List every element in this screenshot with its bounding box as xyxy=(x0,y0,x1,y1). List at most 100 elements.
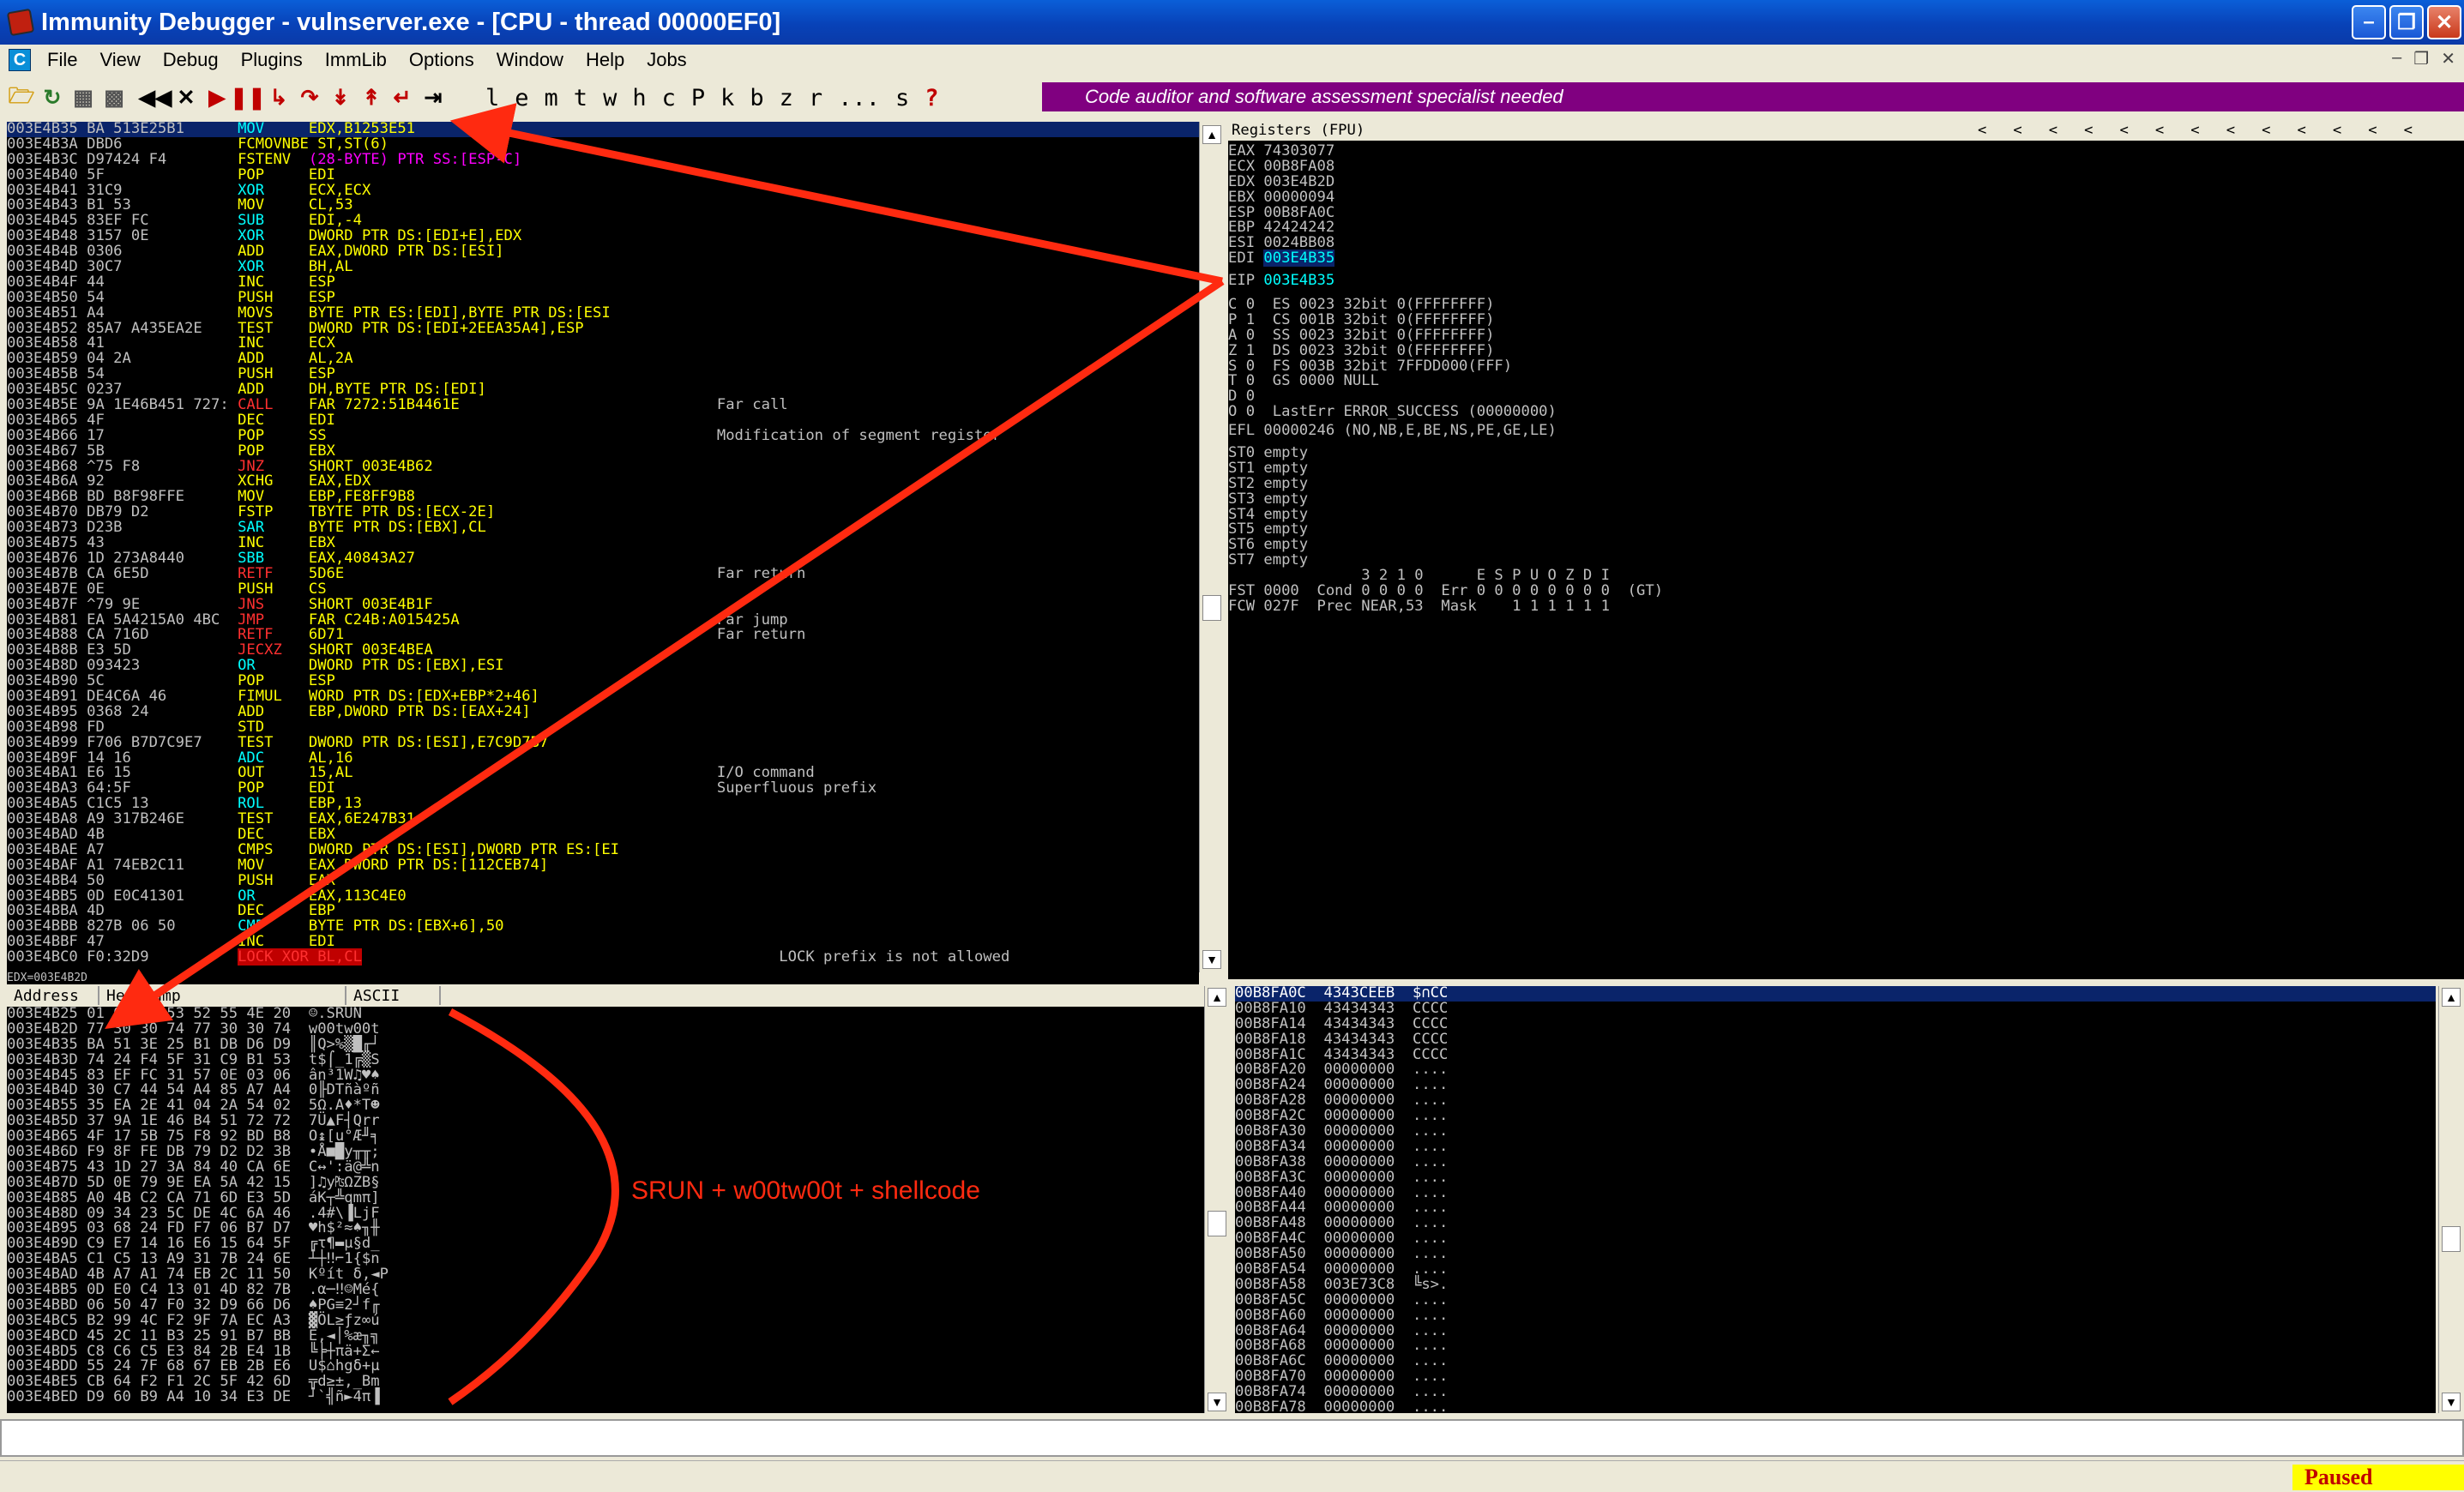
toolbar-z[interactable]: z xyxy=(780,85,793,111)
pause-icon[interactable]: ❚❚ xyxy=(230,85,266,111)
toolbar-handles[interactable]: h xyxy=(632,85,646,111)
step-over-icon[interactable]: ↷ xyxy=(297,85,322,111)
app-icon[interactable] xyxy=(6,8,35,37)
command-input[interactable] xyxy=(0,1419,2464,1457)
menu-debug[interactable]: Debug xyxy=(152,49,230,71)
toolbar-more[interactable]: ... xyxy=(838,85,880,111)
toolbar-call-stack[interactable]: k xyxy=(720,85,734,111)
fpu-row[interactable]: ST5 empty xyxy=(1228,522,2464,538)
restart-icon[interactable]: ↻ xyxy=(39,85,65,111)
toolbar-cpu[interactable]: c xyxy=(662,85,676,111)
menu-options[interactable]: Options xyxy=(398,49,485,71)
maximize-button[interactable]: ❐ xyxy=(2389,5,2424,39)
toolbar-executables[interactable]: e xyxy=(515,85,528,111)
dump-header-ascii[interactable]: ASCII xyxy=(346,986,441,1005)
register-row[interactable]: EDX 003E4B2D xyxy=(1228,174,2464,190)
scroll-thumb[interactable] xyxy=(1208,1211,1226,1236)
toolbar-threads[interactable]: t xyxy=(574,85,587,111)
register-row[interactable]: EDI 003E4B35 xyxy=(1228,250,2464,268)
rewind-icon[interactable]: ◀◀ xyxy=(139,85,172,111)
open-folder-icon[interactable]: 🗁 xyxy=(9,84,35,111)
toolbar-memory[interactable]: m xyxy=(545,85,558,111)
fpu-row[interactable]: ST1 empty xyxy=(1228,460,2464,477)
disasm-comment: LOCK prefix is not allowed xyxy=(779,948,1010,966)
toolbar-windows[interactable]: w xyxy=(603,85,617,111)
registers-pane[interactable]: Registers (FPU) < < < < < < < < < < < < <… xyxy=(1228,122,2464,979)
status-bar: Paused xyxy=(0,1460,2464,1492)
trace-into-icon[interactable]: ↡ xyxy=(328,85,353,111)
toolbar-run-trace[interactable]: r xyxy=(809,85,822,111)
menu-help[interactable]: Help xyxy=(575,49,636,71)
toolbar-patches[interactable]: P xyxy=(691,85,705,111)
close-icon[interactable]: ✕ xyxy=(173,85,199,111)
cpu-window-icon[interactable]: C xyxy=(9,49,31,71)
register-row[interactable]: EIP 003E4B35 xyxy=(1228,272,2464,290)
dump-scrollbar[interactable]: ▲ ▼ xyxy=(1204,986,1228,1413)
attach-icon[interactable]: ▩ xyxy=(101,85,127,111)
fpu-row[interactable]: ST4 empty xyxy=(1228,507,2464,523)
register-row[interactable]: EAX 74303077 xyxy=(1228,143,2464,159)
close-button[interactable]: ✕ xyxy=(2427,5,2461,39)
dump-row[interactable]: 003E4BED D9 60 B9 A4 10 34 E3 DE ┘`╣ñ►4π… xyxy=(7,1389,1204,1405)
menu-window[interactable]: Window xyxy=(485,49,575,71)
registers-header[interactable]: Registers (FPU) < < < < < < < < < < < < < xyxy=(1228,122,2464,141)
memory-dump-pane[interactable]: 003E4B25 01 00 30 53 52 55 4E 20 ☺.SRUN … xyxy=(7,1007,1204,1413)
disassembly-scrollbar[interactable]: ▲ ▼ xyxy=(1199,122,1223,972)
scroll-up-arrow-icon[interactable]: ▲ xyxy=(1208,988,1226,1007)
menu-file[interactable]: File xyxy=(36,49,88,71)
toolbar-help[interactable]: ? xyxy=(925,85,938,111)
dump-header-hex[interactable]: Hex dump xyxy=(99,986,346,1005)
fcw-row[interactable]: FCW 027F Prec NEAR,53 Mask 1 1 1 1 1 1 xyxy=(1228,599,2464,615)
title-bar[interactable]: Immunity Debugger - vulnserver.exe - [CP… xyxy=(0,0,2464,45)
scroll-down-arrow-icon[interactable]: ▼ xyxy=(1202,950,1221,969)
trace-over-icon[interactable]: ↟ xyxy=(358,85,384,111)
register-row[interactable]: ECX 00B8FA08 xyxy=(1228,159,2464,175)
scroll-thumb[interactable] xyxy=(1202,595,1221,621)
disasm-gap xyxy=(362,948,371,966)
register-row[interactable]: EBP 42424242 xyxy=(1228,220,2464,236)
go-to-icon[interactable]: ⇥ xyxy=(420,85,446,111)
register-name: EIP xyxy=(1228,272,1264,290)
flag-segment-row[interactable]: T 0 GS 0000 NULL xyxy=(1228,374,2464,389)
disasm-row[interactable]: 003E4BC0 F0:32D9 LOCK XOR BL,CL LOCK pre… xyxy=(7,948,1199,966)
register-row[interactable]: ESP 00B8FA0C xyxy=(1228,205,2464,221)
scroll-down-arrow-icon[interactable]: ▼ xyxy=(2442,1393,2461,1411)
stack-scrollbar[interactable]: ▲ ▼ xyxy=(2438,986,2462,1413)
scroll-up-arrow-icon[interactable]: ▲ xyxy=(2442,988,2461,1007)
menu-immlib[interactable]: ImmLib xyxy=(314,49,398,71)
register-row[interactable]: ESI 0024BB08 xyxy=(1228,235,2464,251)
execute-till-return-icon[interactable]: ↵ xyxy=(389,85,415,111)
mdi-close-icon[interactable]: ✕ xyxy=(2441,48,2455,69)
stack-pane[interactable]: 00B8FA0C 4343CEEB $∩CC 00B8FA10 43434343 … xyxy=(1235,986,2436,1413)
promo-banner[interactable]: Code auditor and software assessment spe… xyxy=(1042,82,2464,111)
flag-segment-row[interactable]: O 0 LastErr ERROR_SUCCESS (00000000) xyxy=(1228,403,2464,421)
menu-view[interactable]: View xyxy=(88,49,151,71)
stack-row[interactable]: 00B8FA78 00000000 .... xyxy=(1235,1399,2436,1413)
toolbar-breakpoints[interactable]: b xyxy=(750,85,763,111)
close-program-icon[interactable]: ▦ xyxy=(70,85,96,111)
scroll-down-arrow-icon[interactable]: ▼ xyxy=(1208,1393,1226,1411)
efl-row[interactable]: EFL 00000246 (NO,NB,E,BE,NS,PE,GE,LE) xyxy=(1228,423,2464,439)
fpu-row[interactable]: ST6 empty xyxy=(1228,537,2464,553)
fpu-row[interactable]: ST0 empty xyxy=(1228,445,2464,461)
scroll-up-arrow-icon[interactable]: ▲ xyxy=(1202,125,1221,144)
disasm-comment: Far call xyxy=(716,396,788,414)
status-paused: Paused xyxy=(2292,1465,2464,1490)
step-into-icon[interactable]: ↳ xyxy=(266,85,292,111)
flag-segment-row[interactable]: S 0 FS 003B 32bit 7FFDD000(FFF) xyxy=(1228,358,2464,375)
toolbar-source[interactable]: s xyxy=(895,85,909,111)
scroll-thumb[interactable] xyxy=(2442,1226,2461,1252)
fpu-row[interactable]: ST3 empty xyxy=(1228,491,2464,508)
toolbar-log[interactable]: l xyxy=(485,85,499,111)
mdi-restore-icon[interactable]: ❐ xyxy=(2413,48,2429,69)
disassembly-pane[interactable]: 003E4B35 BA 513E25B1 MOV EDX,B1253E51 00… xyxy=(7,122,1199,972)
menu-plugins[interactable]: Plugins xyxy=(230,49,314,71)
flag-segment-text: O 0 LastErr ERROR_SUCCESS (00000000) xyxy=(1228,403,1557,421)
dump-header-address[interactable]: Address xyxy=(7,986,99,1005)
mdi-minimize-icon[interactable]: – xyxy=(2392,48,2401,69)
fpu-row[interactable]: ST2 empty xyxy=(1228,476,2464,492)
minimize-button[interactable]: – xyxy=(2352,5,2386,39)
run-icon[interactable]: ▶ xyxy=(204,85,230,111)
register-row[interactable]: EBX 00000094 xyxy=(1228,190,2464,206)
menu-jobs[interactable]: Jobs xyxy=(636,49,697,71)
